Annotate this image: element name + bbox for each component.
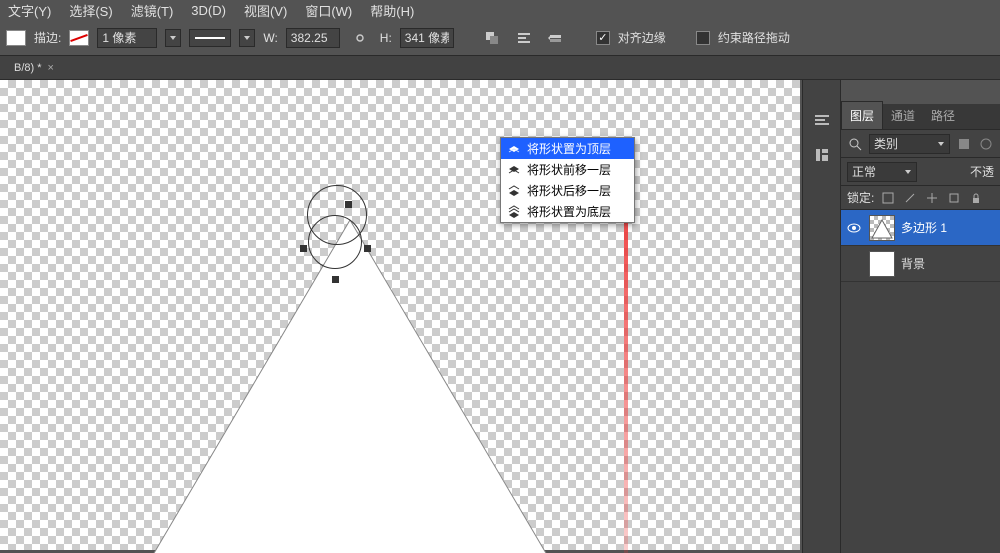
visibility-icon[interactable] bbox=[847, 223, 863, 233]
constrain-path-label: 约束路径拖动 bbox=[718, 29, 790, 46]
height-label: H: bbox=[380, 31, 392, 45]
menu-filter[interactable]: 滤镜(T) bbox=[131, 1, 174, 20]
path-anchor[interactable] bbox=[300, 245, 307, 252]
stroke-label: 描边: bbox=[34, 29, 61, 46]
align-icon[interactable] bbox=[512, 27, 536, 49]
menu-select[interactable]: 选择(S) bbox=[69, 1, 112, 20]
path-anchor[interactable] bbox=[345, 201, 352, 208]
layer-row-background[interactable]: 背景 bbox=[841, 246, 1000, 282]
filter-pixel-icon[interactable] bbox=[956, 136, 972, 152]
layer-thumb bbox=[869, 251, 895, 277]
menu-view[interactable]: 视图(V) bbox=[244, 1, 287, 20]
filter-label: 类别 bbox=[874, 135, 898, 152]
blend-mode-select[interactable]: 正常 bbox=[847, 162, 917, 182]
path-anchor[interactable] bbox=[332, 276, 339, 283]
layer-name[interactable]: 多边形 1 bbox=[901, 219, 947, 236]
stroke-style-picker[interactable] bbox=[189, 29, 231, 47]
tab-layers[interactable]: 图层 bbox=[841, 101, 883, 129]
document-tab-label: B/8) * bbox=[14, 62, 42, 74]
path-ops-icon[interactable] bbox=[480, 27, 504, 49]
lock-all-icon[interactable] bbox=[968, 190, 984, 206]
lock-move-icon[interactable] bbox=[924, 190, 940, 206]
path-anchor[interactable] bbox=[364, 245, 371, 252]
opacity-label: 不透 bbox=[970, 163, 994, 180]
lock-pixels-icon[interactable] bbox=[880, 190, 896, 206]
arrange-send-backward[interactable]: 将形状后移一层 bbox=[501, 180, 634, 201]
dd-label: 将形状置为顶层 bbox=[527, 140, 611, 157]
character-panel-icon[interactable] bbox=[810, 144, 834, 166]
layer-filter-type[interactable]: 类别 bbox=[869, 134, 950, 154]
stack-up-icon bbox=[505, 162, 523, 178]
document-tab[interactable]: B/8) * × bbox=[6, 59, 62, 77]
layer-row-polygon[interactable]: 多边形 1 bbox=[841, 210, 1000, 246]
polygon-shape[interactable] bbox=[150, 220, 550, 553]
menu-bar: 文字(Y) 选择(S) 滤镜(T) 3D(D) 视图(V) 窗口(W) 帮助(H… bbox=[0, 0, 1000, 20]
lock-brush-icon[interactable] bbox=[902, 190, 918, 206]
canvas-area[interactable]: 将形状置为顶层 将形状前移一层 将形状后移一层 将形状置为底层 bbox=[0, 80, 802, 553]
arrange-bring-to-front[interactable]: 将形状置为顶层 bbox=[501, 138, 634, 159]
layer-name[interactable]: 背景 bbox=[901, 255, 925, 272]
width-input[interactable] bbox=[286, 28, 340, 48]
panels-area: 图层 通道 路径 类别 正常 不透 bbox=[840, 80, 1000, 553]
stroke-width-input[interactable] bbox=[97, 28, 157, 48]
stroke-style-dropdown[interactable] bbox=[239, 29, 255, 47]
menu-3d[interactable]: 3D(D) bbox=[191, 3, 226, 18]
stroke-width-dropdown[interactable] bbox=[165, 29, 181, 47]
stack-down-icon bbox=[505, 183, 523, 199]
menu-text[interactable]: 文字(Y) bbox=[8, 1, 51, 20]
lock-artboard-icon[interactable] bbox=[946, 190, 962, 206]
stroke-swatch-none[interactable] bbox=[69, 30, 89, 46]
dd-label: 将形状前移一层 bbox=[527, 161, 611, 178]
menu-window[interactable]: 窗口(W) bbox=[305, 1, 352, 20]
panel-tabs: 图层 通道 路径 bbox=[841, 104, 1000, 130]
stack-top-icon bbox=[505, 141, 523, 157]
document-tab-strip: B/8) * × bbox=[0, 56, 1000, 80]
search-icon[interactable] bbox=[847, 136, 863, 152]
filter-adjust-icon[interactable] bbox=[978, 136, 994, 152]
align-edges-checkbox[interactable] bbox=[596, 31, 610, 45]
dd-label: 将形状置为底层 bbox=[527, 203, 611, 220]
canvas[interactable]: 将形状置为顶层 将形状前移一层 将形状后移一层 将形状置为底层 bbox=[0, 80, 800, 550]
tab-paths[interactable]: 路径 bbox=[923, 102, 963, 129]
stack-bottom-icon bbox=[505, 204, 523, 220]
fill-swatch[interactable] bbox=[6, 30, 26, 46]
dd-label: 将形状后移一层 bbox=[527, 182, 611, 199]
menu-help[interactable]: 帮助(H) bbox=[370, 1, 414, 20]
align-edges-label: 对齐边缘 bbox=[618, 29, 666, 46]
blend-mode-label: 正常 bbox=[852, 163, 876, 180]
arrange-send-to-back[interactable]: 将形状置为底层 bbox=[501, 201, 634, 222]
arrange-bring-forward[interactable]: 将形状前移一层 bbox=[501, 159, 634, 180]
paragraph-panel-icon[interactable] bbox=[810, 110, 834, 132]
link-icon[interactable] bbox=[348, 27, 372, 49]
constrain-path-checkbox[interactable] bbox=[696, 31, 710, 45]
path-indicator-circle bbox=[308, 215, 362, 269]
tab-channels[interactable]: 通道 bbox=[883, 102, 923, 129]
arrange-icon[interactable] bbox=[544, 27, 568, 49]
options-bar: 描边: W: H: 对齐边缘 约束路径拖动 bbox=[0, 20, 1000, 56]
width-label: W: bbox=[263, 31, 277, 45]
close-icon[interactable]: × bbox=[48, 62, 54, 74]
height-input[interactable] bbox=[400, 28, 454, 48]
panel-icon-strip bbox=[802, 80, 840, 553]
layer-thumb bbox=[869, 215, 895, 241]
arrange-dropdown: 将形状置为顶层 将形状前移一层 将形状后移一层 将形状置为底层 bbox=[500, 137, 635, 223]
lock-label: 锁定: bbox=[847, 189, 874, 206]
